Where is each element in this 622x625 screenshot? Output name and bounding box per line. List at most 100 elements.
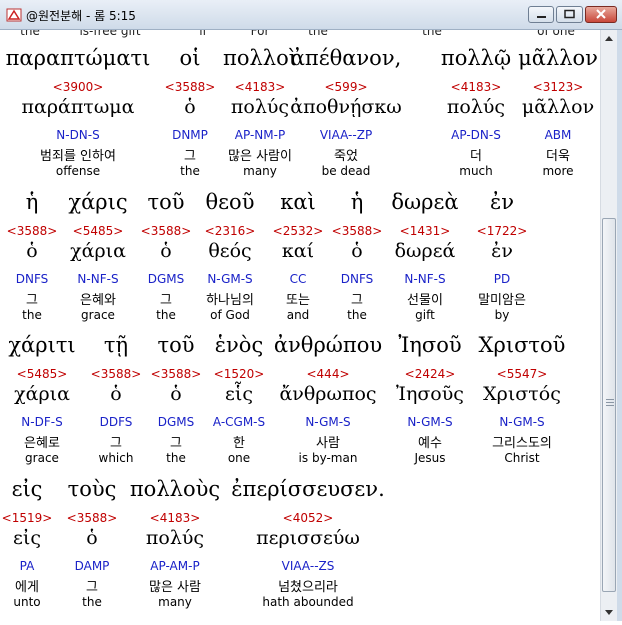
morph-code: DGMS: [147, 272, 185, 286]
strong-number[interactable]: <4183>: [150, 511, 201, 525]
maximize-button[interactable]: [556, 6, 583, 23]
greek-word: καὶ: [280, 190, 316, 214]
strong-number[interactable]: <599>: [324, 80, 367, 94]
korean-gloss: 그: [160, 293, 172, 308]
strong-number[interactable]: <1722>: [477, 224, 528, 238]
previous-line-word: if: [199, 30, 207, 38]
english-gloss: many: [158, 595, 192, 609]
korean-gloss: 그: [110, 436, 122, 451]
english-gloss: hath abounded: [262, 595, 354, 609]
greek-word: ἡ: [25, 190, 39, 214]
english-gloss: the: [156, 308, 176, 322]
korean-gloss: 그리스도의: [492, 436, 552, 451]
minimize-icon: [537, 16, 546, 18]
strong-number[interactable]: <2424>: [405, 367, 456, 381]
strong-number[interactable]: <2532>: [273, 224, 324, 238]
greek-word: Χριστοῦ: [478, 333, 566, 357]
strong-number[interactable]: <5485>: [73, 224, 124, 238]
korean-gloss: 선물이: [407, 293, 443, 308]
lemma-word: ὁ: [160, 240, 172, 262]
vertical-scrollbar[interactable]: [600, 30, 617, 621]
strong-number[interactable]: <4183>: [235, 80, 286, 94]
grip-line: [606, 399, 614, 400]
minimize-button[interactable]: [528, 6, 554, 23]
morph-code: ABM: [544, 128, 572, 142]
english-gloss: the: [180, 164, 200, 178]
morph-code: N-NF-S: [77, 272, 119, 286]
korean-gloss: 한: [233, 436, 245, 451]
lemma-word: ὁ: [86, 527, 98, 549]
morph-code: AP-NM-P: [234, 128, 286, 142]
lemma-word: παράπτωμα: [21, 96, 135, 118]
lemma-word: περισσεύω: [256, 527, 360, 549]
strong-number[interactable]: <5547>: [497, 367, 548, 381]
korean-gloss: 말미암은: [478, 293, 526, 308]
lemma-word: ὁ: [351, 240, 363, 262]
strong-number[interactable]: <5485>: [17, 367, 68, 381]
grip-line: [606, 402, 614, 403]
english-gloss: the: [22, 308, 42, 322]
previous-line-word: is-free gift: [79, 30, 141, 38]
title-bar: @원전분해 - 롬 5:15: [0, 0, 622, 30]
strong-number[interactable]: <1520>: [214, 367, 265, 381]
english-gloss: is by-man: [298, 451, 358, 465]
close-button[interactable]: [585, 6, 617, 23]
korean-gloss: 그: [184, 149, 196, 164]
strong-number[interactable]: <3588>: [332, 224, 383, 238]
strong-number[interactable]: <3588>: [7, 224, 58, 238]
strong-number[interactable]: <1519>: [2, 511, 53, 525]
english-gloss: Jesus: [414, 451, 446, 465]
strong-number[interactable]: <2316>: [205, 224, 256, 238]
english-gloss: grace: [25, 451, 59, 465]
english-gloss: grace: [81, 308, 115, 322]
korean-gloss: 더: [470, 149, 482, 164]
korean-gloss: 범죄를 인하여: [40, 149, 116, 164]
scroll-down-arrow[interactable]: [601, 604, 617, 621]
lemma-word: καί: [281, 240, 315, 262]
greek-word: Ἰησοῦ: [398, 333, 462, 357]
strong-number[interactable]: <3588>: [151, 367, 202, 381]
scrollbar-thumb[interactable]: [602, 218, 616, 592]
morph-code: VIAA--ZS: [281, 559, 335, 573]
lemma-word: ἐν: [491, 240, 513, 262]
morph-code: N-GM-S: [207, 272, 253, 286]
lemma-word: πολύς: [446, 96, 506, 118]
morph-code: DGMS: [157, 415, 195, 429]
lemma-word: ἄνθρωπος: [279, 383, 377, 405]
strong-number[interactable]: <3123>: [533, 80, 584, 94]
morph-code: PD: [493, 272, 511, 286]
lemma-word: Χριστός: [483, 383, 561, 405]
morph-code: AP-DN-S: [451, 128, 501, 142]
korean-gloss: 그: [26, 293, 38, 308]
korean-gloss: 하나님의: [206, 293, 254, 308]
greek-word: ἑνὸς: [214, 333, 264, 357]
strong-number[interactable]: <1431>: [400, 224, 451, 238]
korean-gloss: 그: [351, 293, 363, 308]
strong-number[interactable]: <3588>: [165, 80, 216, 94]
strong-number[interactable]: <3900>: [53, 80, 104, 94]
lemma-word: ὁ: [110, 383, 122, 405]
lemma-word: ὁ: [184, 96, 196, 118]
strong-number[interactable]: <444>: [306, 367, 349, 381]
greek-word: τοὺς: [67, 477, 117, 501]
greek-word: χάριτι: [8, 333, 76, 357]
strong-number[interactable]: <3588>: [67, 511, 118, 525]
korean-gloss: 은혜와: [80, 293, 116, 308]
strong-number[interactable]: <3588>: [141, 224, 192, 238]
strong-number[interactable]: <3588>: [91, 367, 142, 381]
greek-word: χάρις: [68, 190, 128, 214]
korean-gloss: 은혜로: [24, 436, 60, 451]
morph-code: DNFS: [340, 272, 374, 286]
strong-number[interactable]: <4183>: [451, 80, 502, 94]
lemma-word: χάρια: [14, 383, 70, 405]
korean-gloss: 그: [86, 580, 98, 595]
korean-gloss: 넘쳤으리라: [278, 580, 338, 595]
lemma-word: πολύς: [145, 527, 205, 549]
morph-code: DNMP: [172, 128, 208, 142]
english-gloss: be dead: [321, 164, 371, 178]
morph-code: N-GM-S: [305, 415, 351, 429]
morph-code: N-GM-S: [499, 415, 545, 429]
strong-number[interactable]: <4052>: [283, 511, 334, 525]
scroll-up-arrow[interactable]: [601, 30, 617, 47]
previous-line-word: For: [250, 30, 270, 38]
